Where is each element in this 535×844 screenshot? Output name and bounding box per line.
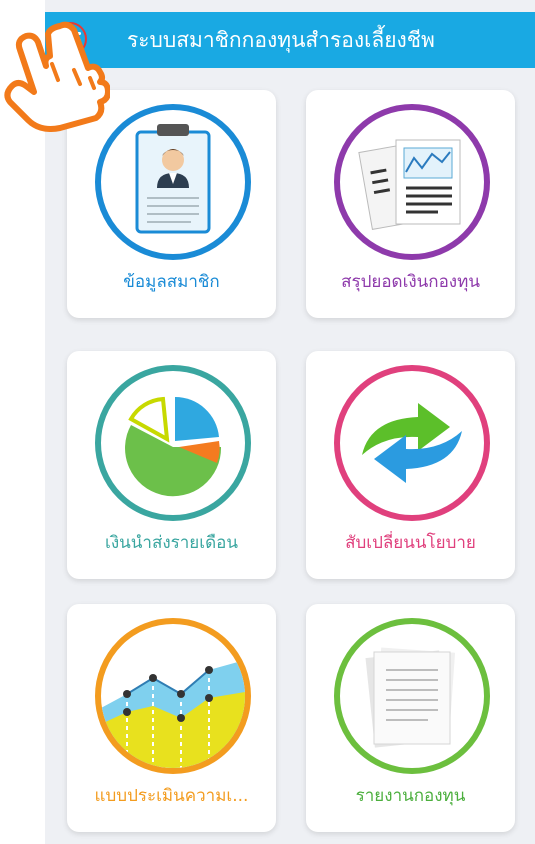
risk-assessment-card[interactable]: แบบประเมินความเ... — [67, 604, 276, 832]
monthly-contribution-card[interactable]: เงินนำส่งรายเดือน — [67, 351, 276, 579]
documents-chart-icon — [334, 104, 490, 260]
monthly-contribution-label: เงินนำส่งรายเดือน — [105, 533, 238, 553]
switch-policy-card[interactable]: สับเปลี่ยนนโยบาย — [306, 351, 515, 579]
switch-policy-label: สับเปลี่ยนนโยบาย — [345, 533, 476, 553]
fund-report-label: รายงานกองทุน — [355, 786, 466, 806]
fund-summary-label: สรุปยอดเงินกองทุน — [341, 272, 480, 292]
risk-assessment-label: แบบประเมินความเ... — [94, 786, 249, 806]
switch-arrows-icon — [334, 365, 490, 521]
clipboard-member-icon — [95, 104, 251, 260]
app-header: ระบบสมาชิกกองทุนสำรองเลี้ยงชีพ — [45, 12, 535, 68]
fund-report-card[interactable]: รายงานกองทุน — [306, 604, 515, 832]
page-title: ระบบสมาชิกกองทุนสำรองเลี้ยงชีพ — [127, 28, 435, 52]
fund-summary-card[interactable]: สรุปยอดเงินกองทุน — [306, 90, 515, 318]
report-papers-icon — [334, 618, 490, 774]
member-info-label: ข้อมูลสมาชิก — [123, 272, 220, 292]
area-chart-icon — [95, 618, 251, 774]
pie-chart-icon — [95, 365, 251, 521]
app-screen: ระบบสมาชิกกองทุนสำรองเลี้ยงชีพ ข้อมูลสมา… — [45, 0, 535, 844]
pointing-hand-icon — [4, 21, 110, 132]
